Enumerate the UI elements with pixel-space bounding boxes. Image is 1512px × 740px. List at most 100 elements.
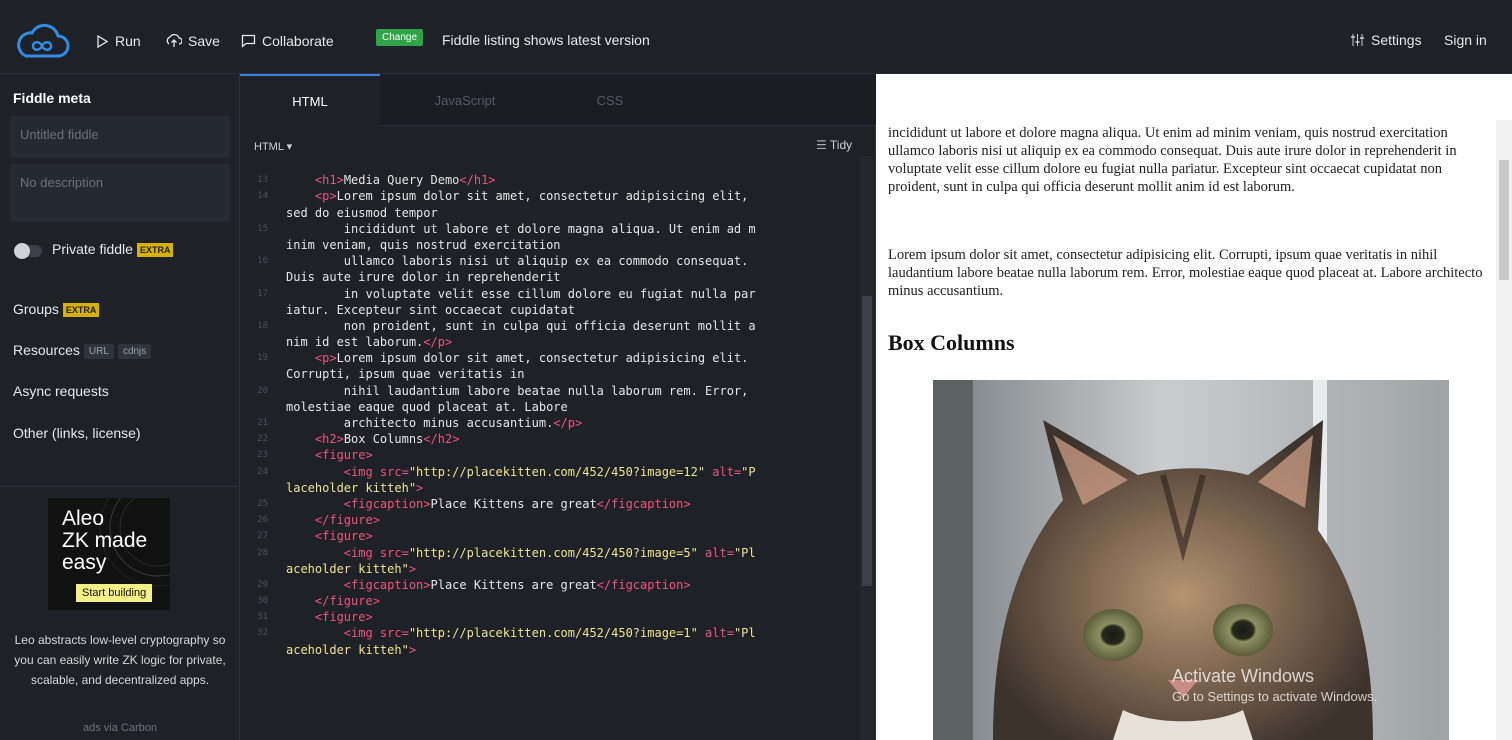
jsfiddle-logo-icon[interactable] xyxy=(12,22,70,60)
line-content: <h2>Box Columns</h2> xyxy=(286,431,460,447)
code-line: 20 nihil laudantium labore beatae nulla … xyxy=(240,383,860,399)
code-tag: > xyxy=(416,480,424,495)
code-line: aceholder kitteh"> xyxy=(240,642,860,658)
line-content: <h1>Media Query Demo</h1> xyxy=(286,172,496,188)
code-text: Media Query Demo xyxy=(343,173,460,188)
line-content: </figure> xyxy=(286,512,380,528)
ad-description[interactable]: Leo abstracts low-level cryptography so … xyxy=(10,630,230,690)
line-content xyxy=(286,156,315,172)
ads-via-carbon-link[interactable]: ads via Carbon xyxy=(10,722,230,734)
code-tag: <img xyxy=(343,626,380,641)
collaborate-button[interactable]: Collaborate xyxy=(241,30,334,52)
code-text: incididunt ut labore et dolore magna ali… xyxy=(286,221,756,236)
ad-start-building-button[interactable]: Start building xyxy=(76,584,153,602)
run-button[interactable]: Run xyxy=(96,30,141,52)
code-text: ullamco laboris nisi ut aliquip ex ea co… xyxy=(286,254,749,269)
sign-in-link[interactable]: Sign in xyxy=(1444,32,1487,48)
save-button[interactable]: Save xyxy=(166,30,220,52)
line-content: <figure> xyxy=(286,609,373,625)
code-line xyxy=(240,156,860,172)
ad-headline: Aleo ZK made easy xyxy=(62,507,148,574)
code-text: molestiae eaque quod placeat at. Labore xyxy=(286,399,568,414)
settings-button[interactable]: Settings xyxy=(1350,32,1422,48)
carbon-ad-image[interactable]: Aleo ZK made easy Start building xyxy=(48,498,170,610)
menu-icon: ☰ xyxy=(816,138,827,152)
private-fiddle-text: Private fiddle xyxy=(52,241,133,257)
code-tag: <figcaption> xyxy=(343,577,431,592)
editor-scrollbar-thumb[interactable] xyxy=(862,296,872,586)
line-content: aceholder kitteh"> xyxy=(286,642,416,658)
resources-section[interactable]: Resources URL cdnjs xyxy=(13,342,152,359)
fiddle-title-input[interactable]: Untitled fiddle xyxy=(10,116,230,158)
other-links-license-section[interactable]: Other (links, license) xyxy=(13,425,141,441)
language-dropdown[interactable]: HTML ▾ xyxy=(254,140,292,153)
fiddle-description-input[interactable]: No description xyxy=(10,164,230,222)
code-tag: </figcaption> xyxy=(596,577,691,592)
line-content: non proident, sunt in culpa qui officia … xyxy=(286,318,756,334)
private-fiddle-label: Private fiddle EXTRA xyxy=(52,241,174,257)
line-content: laceholder kitteh"> xyxy=(286,480,423,496)
code-tag: <p> xyxy=(314,189,337,204)
line-number: 24 xyxy=(257,466,268,477)
code-text: nim id est laborum. xyxy=(286,335,424,350)
code-line: 19 <p>Lorem ipsum dolor sit amet, consec… xyxy=(240,350,860,366)
groups-label: Groups xyxy=(13,301,59,317)
private-fiddle-toggle[interactable] xyxy=(14,243,42,259)
line-number: 31 xyxy=(257,612,268,623)
line-content: <figure> xyxy=(286,528,373,544)
line-number: 17 xyxy=(257,288,268,299)
code-text: Duis aute irure dolor in reprehenderit xyxy=(286,270,561,285)
play-icon xyxy=(97,34,109,48)
url-pill[interactable]: URL xyxy=(83,344,114,359)
code-line: 23 <figure> xyxy=(240,447,860,463)
line-number: 25 xyxy=(257,498,268,509)
sliders-icon xyxy=(1351,34,1364,46)
code-area[interactable]: 13 <h1>Media Query Demo</h1> 14 <p>Lorem … xyxy=(240,156,860,740)
preview-scrollbar-thumb[interactable] xyxy=(1499,160,1509,280)
code-text: non proident, sunt in culpa qui officia … xyxy=(286,318,756,333)
code-line: 29 <figcaption>Place Kittens are great</… xyxy=(240,577,860,593)
line-number: 30 xyxy=(257,596,268,607)
preview-scrollbar[interactable] xyxy=(1496,120,1512,740)
groups-section[interactable]: Groups EXTRA xyxy=(13,301,100,317)
sidebar: Fiddle meta Untitled fiddle No descripti… xyxy=(0,74,240,740)
code-tag: <h2> xyxy=(314,432,344,447)
code-text: inim veniam, quis nostrud exercitation xyxy=(286,237,561,252)
tab-javascript[interactable]: JavaScript xyxy=(395,74,535,126)
line-number: 27 xyxy=(257,531,268,542)
code-str: "P xyxy=(741,464,756,479)
line-content: <figure> xyxy=(286,447,373,463)
code-text: Place Kittens are great xyxy=(430,577,597,592)
line-number: 16 xyxy=(257,256,268,267)
code-line: aceholder kitteh"> xyxy=(240,561,860,577)
code-line: 30 </figure> xyxy=(240,593,860,609)
extra-badge: EXTRA xyxy=(136,243,174,257)
code-tag: src= xyxy=(379,545,409,560)
tab-html[interactable]: HTML xyxy=(240,74,380,126)
cdnjs-pill[interactable]: cdnjs xyxy=(117,344,152,359)
line-content: architecto minus accusantium.</p> xyxy=(286,415,582,431)
code-str: "Pl xyxy=(733,626,756,641)
code-line: Corrupti, ipsum quae veritatis in xyxy=(240,366,860,382)
change-notice[interactable]: Fiddle listing shows latest version xyxy=(442,32,650,48)
editor-scrollbar[interactable] xyxy=(860,156,874,740)
async-requests-section[interactable]: Async requests xyxy=(13,383,109,399)
code-line: 32 <img src="http://placekitten.com/452/… xyxy=(240,625,860,641)
line-number: 21 xyxy=(257,418,268,428)
code-tag: <figcaption> xyxy=(343,496,431,511)
line-content: iatur. Excepteur sint occaecat cupidatat xyxy=(286,302,575,318)
code-tag: <img xyxy=(343,464,380,479)
preview-paragraph-1: incididunt ut labore et dolore magna ali… xyxy=(888,125,1457,195)
code-tag: > xyxy=(408,561,417,576)
code-line: inim veniam, quis nostrud exercitation xyxy=(240,237,860,253)
code-line: 17 in voluptate velit esse cillum dolore… xyxy=(240,286,860,302)
tidy-button[interactable]: ☰ Tidy xyxy=(816,138,852,152)
tab-css[interactable]: CSS xyxy=(540,74,680,126)
line-content: sed do eiusmod tempor xyxy=(286,205,438,221)
